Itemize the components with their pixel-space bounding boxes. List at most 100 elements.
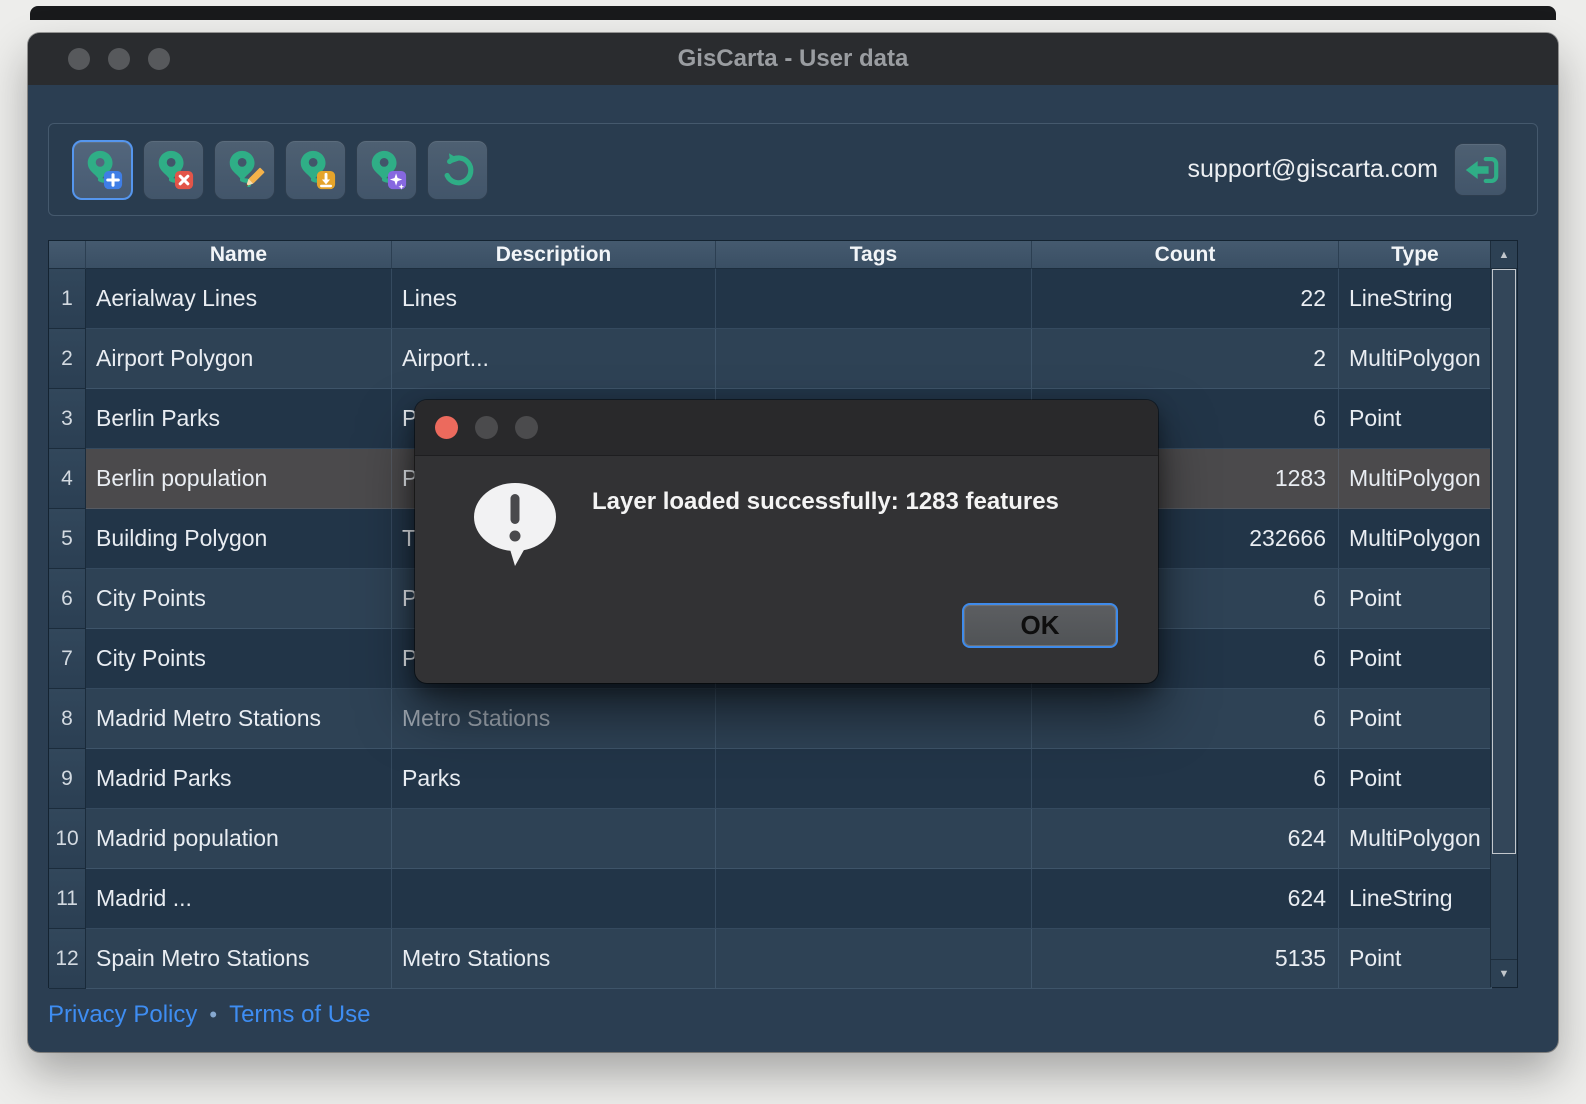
name-cell: Aerialway Lines xyxy=(86,269,392,329)
type-cell: Point xyxy=(1339,929,1492,989)
description-cell xyxy=(392,869,716,929)
dialog-body: Layer loaded successfully: 1283 features… xyxy=(415,456,1158,683)
table-row[interactable]: 11 Madrid ... 624 LineString xyxy=(49,869,1517,929)
description-cell: Lines xyxy=(392,269,716,329)
exclamation-bubble-icon xyxy=(474,483,556,566)
add-layer-button[interactable] xyxy=(72,139,133,200)
toolbar: support@giscarta.com xyxy=(48,123,1538,216)
name-cell: Madrid Metro Stations xyxy=(86,689,392,749)
delete-layer-button[interactable] xyxy=(143,139,204,200)
name-cell: Berlin Parks xyxy=(86,389,392,449)
row-number-cell: 7 xyxy=(49,629,86,689)
ok-button[interactable]: OK xyxy=(962,603,1118,648)
column-header-name[interactable]: Name xyxy=(86,241,392,269)
type-cell: Point xyxy=(1339,629,1492,689)
corner-header-cell xyxy=(49,241,86,269)
scrollbar-thumb[interactable] xyxy=(1492,269,1516,854)
name-cell: Airport Polygon xyxy=(86,329,392,389)
table-row[interactable]: 8 Madrid Metro Stations Metro Stations 6… xyxy=(49,689,1517,749)
refresh-button[interactable] xyxy=(427,139,488,200)
tags-cell xyxy=(716,809,1032,869)
type-cell: LineString xyxy=(1339,269,1492,329)
name-cell: Berlin population xyxy=(86,449,392,509)
count-cell: 5135 xyxy=(1032,929,1339,989)
row-number-cell: 3 xyxy=(49,389,86,449)
layer-tool-group xyxy=(72,139,488,200)
count-cell: 2 xyxy=(1032,329,1339,389)
scroll-up-button[interactable]: ▲ xyxy=(1491,241,1517,269)
tags-cell xyxy=(716,689,1032,749)
tags-cell xyxy=(716,869,1032,929)
download-layer-button[interactable] xyxy=(285,139,346,200)
tags-cell xyxy=(716,929,1032,989)
pin-edit-icon xyxy=(229,150,264,187)
table-row[interactable]: 1 Aerialway Lines Lines 22 LineString xyxy=(49,269,1517,329)
type-cell: MultiPolygon xyxy=(1339,809,1492,869)
type-cell: Point xyxy=(1339,689,1492,749)
name-cell: Madrid ... xyxy=(86,869,392,929)
type-cell: MultiPolygon xyxy=(1339,449,1492,509)
type-cell: MultiPolygon xyxy=(1339,509,1492,569)
table-header: Name Description Tags Count Type xyxy=(49,241,1517,269)
pin-sparkle-icon xyxy=(371,150,406,190)
row-number-cell: 8 xyxy=(49,689,86,749)
column-header-description[interactable]: Description xyxy=(392,241,716,269)
logout-button[interactable] xyxy=(1454,143,1507,196)
dialog-message: Layer loaded successfully: 1283 features xyxy=(592,488,1059,515)
table-row[interactable]: 9 Madrid Parks Parks 6 Point xyxy=(49,749,1517,809)
row-number-cell: 12 xyxy=(49,929,86,989)
dialog-close-button[interactable] xyxy=(435,416,458,439)
description-cell: Parks xyxy=(392,749,716,809)
name-cell: Madrid Parks xyxy=(86,749,392,809)
close-button[interactable] xyxy=(68,48,90,70)
name-cell: Madrid population xyxy=(86,809,392,869)
count-cell: 22 xyxy=(1032,269,1339,329)
vertical-scrollbar: ▲ ▼ xyxy=(1490,241,1517,987)
column-header-tags[interactable]: Tags xyxy=(716,241,1032,269)
type-cell: Point xyxy=(1339,749,1492,809)
description-cell: Metro Stations xyxy=(392,929,716,989)
table-row[interactable]: 2 Airport Polygon Airport... 2 MultiPoly… xyxy=(49,329,1517,389)
type-cell: Point xyxy=(1339,389,1492,449)
description-cell: Airport... xyxy=(392,329,716,389)
count-cell: 6 xyxy=(1032,749,1339,809)
background-window-strip xyxy=(30,6,1556,20)
row-number-cell: 6 xyxy=(49,569,86,629)
tags-cell xyxy=(716,269,1032,329)
column-header-count[interactable]: Count xyxy=(1032,241,1339,269)
count-cell: 6 xyxy=(1032,689,1339,749)
edit-layer-button[interactable] xyxy=(214,139,275,200)
name-cell: City Points xyxy=(86,629,392,689)
logout-icon xyxy=(1465,156,1498,183)
window-titlebar: GisCarta - User data xyxy=(28,33,1558,85)
type-cell: MultiPolygon xyxy=(1339,329,1492,389)
account-email: support@giscarta.com xyxy=(1187,155,1438,183)
account-area: support@giscarta.com xyxy=(1188,143,1507,196)
pin-plus-icon xyxy=(87,150,122,189)
minimize-button[interactable] xyxy=(108,48,130,70)
row-number-cell: 11 xyxy=(49,869,86,929)
table-row[interactable]: 10 Madrid population 624 MultiPolygon xyxy=(49,809,1517,869)
description-cell: Metro Stations xyxy=(392,689,716,749)
refresh-icon xyxy=(444,152,473,185)
dialog-zoom-button[interactable] xyxy=(515,416,538,439)
traffic-lights xyxy=(68,33,170,85)
row-number-cell: 10 xyxy=(49,809,86,869)
table-row[interactable]: 12 Spain Metro Stations Metro Stations 5… xyxy=(49,929,1517,989)
description-cell xyxy=(392,809,716,869)
column-header-type[interactable]: Type xyxy=(1339,241,1492,269)
name-cell: Spain Metro Stations xyxy=(86,929,392,989)
tags-cell xyxy=(716,329,1032,389)
window-title: GisCarta - User data xyxy=(677,45,909,72)
dialog-minimize-button[interactable] xyxy=(475,416,498,439)
footer-separator: • xyxy=(209,1002,218,1027)
scroll-down-button[interactable]: ▼ xyxy=(1491,959,1517,987)
pin-download-icon xyxy=(300,150,335,189)
tags-cell xyxy=(716,749,1032,809)
terms-of-use-link[interactable]: Terms of Use xyxy=(229,1001,370,1029)
name-cell: Building Polygon xyxy=(86,509,392,569)
count-cell: 624 xyxy=(1032,809,1339,869)
privacy-policy-link[interactable]: Privacy Policy xyxy=(48,1001,197,1029)
magic-layer-button[interactable] xyxy=(356,139,417,200)
zoom-button[interactable] xyxy=(148,48,170,70)
